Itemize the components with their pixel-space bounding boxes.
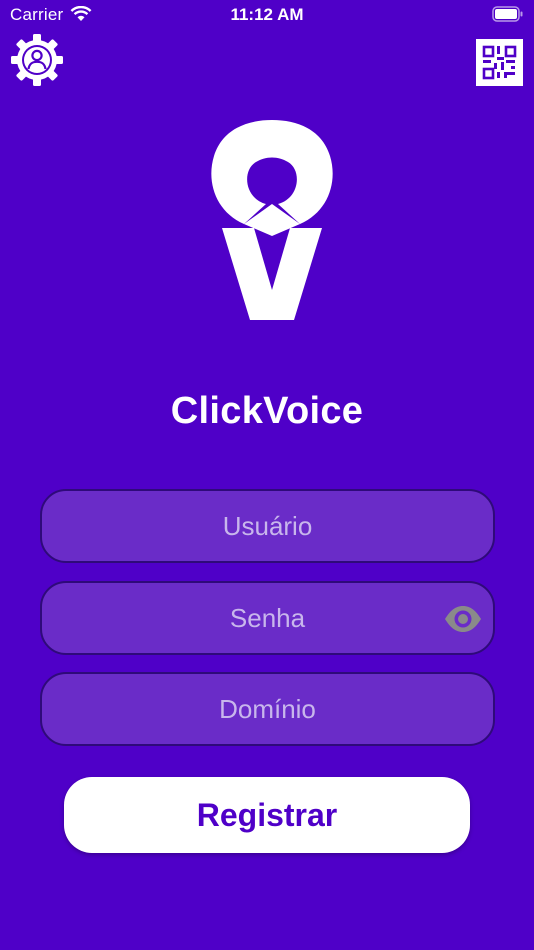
clickvoice-logo (211, 120, 333, 320)
status-time: 11:12 AM (230, 5, 304, 24)
password-field[interactable] (40, 581, 495, 655)
qr-code-button[interactable] (476, 39, 523, 86)
username-field[interactable] (40, 489, 495, 563)
register-button[interactable]: Registrar (64, 777, 470, 853)
password-input[interactable] (42, 583, 493, 653)
eye-icon[interactable] (443, 601, 483, 637)
user-settings-button[interactable] (10, 33, 64, 87)
battery-icon (492, 6, 523, 22)
domain-input[interactable] (42, 674, 493, 744)
app-title: ClickVoice (170, 390, 364, 432)
domain-field[interactable] (40, 672, 495, 746)
status-bar: Carrier 11:12 AM (0, 0, 534, 30)
username-input[interactable] (42, 491, 493, 561)
qr-code-icon (482, 45, 517, 80)
user-gear-icon (11, 34, 63, 86)
